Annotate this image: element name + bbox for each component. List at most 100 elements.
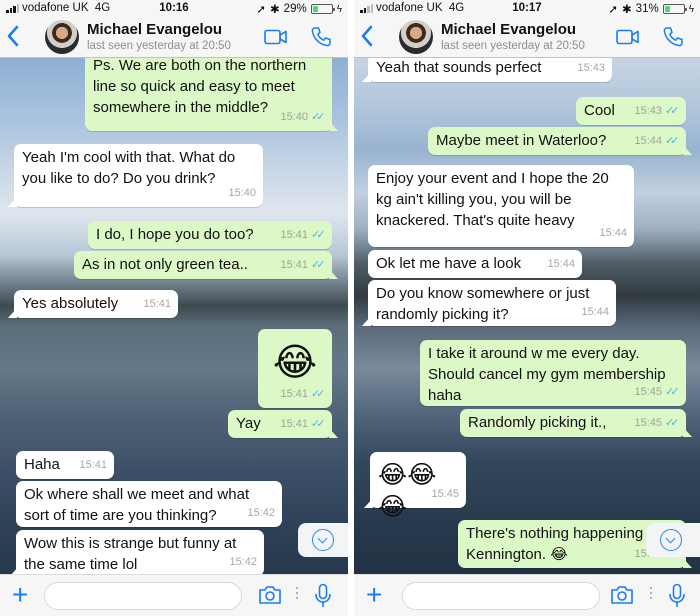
video-call-button[interactable]	[616, 29, 640, 45]
message-outgoing[interactable]: I do, I hope you do too? 15:41 ✓✓	[88, 221, 332, 249]
read-ticks-icon: ✓✓	[665, 386, 679, 398]
message-time: 15:40	[228, 187, 256, 199]
camera-icon	[611, 586, 633, 604]
phone-icon	[311, 27, 331, 47]
attach-button[interactable]: +	[12, 581, 28, 609]
voice-call-button[interactable]	[310, 26, 332, 48]
bluetooth-icon: ✱	[622, 4, 632, 16]
message-outgoing-emoji[interactable]: 😂 15:41 ✓✓	[258, 329, 332, 408]
chevron-down-icon	[312, 529, 334, 551]
camera-button[interactable]	[610, 585, 634, 605]
message-time: 15:41	[280, 259, 308, 271]
read-ticks-icon: ✓✓	[311, 111, 325, 123]
video-call-button[interactable]	[264, 29, 288, 45]
message-incoming[interactable]: Ok where shall we meet and what sort of …	[16, 481, 282, 527]
phone-icon	[663, 27, 683, 47]
chat-header: Michael Evangelou last seen yesterday at…	[0, 18, 348, 58]
status-bar: vodafone UK 4G 10:17 ➚ ✱ 31% ϟ	[354, 0, 700, 18]
read-ticks-icon: ✓✓	[311, 418, 325, 430]
scroll-to-bottom-button[interactable]	[298, 523, 348, 557]
message-incoming[interactable]: Yes absolutely 15:41	[8, 290, 178, 318]
camera-button[interactable]	[258, 585, 282, 605]
message-outgoing[interactable]: Randomly picking it., 15:45 ✓✓	[460, 409, 692, 437]
contact-name[interactable]: Michael Evangelou	[87, 21, 222, 38]
message-incoming[interactable]: Yeah I'm cool with that. What do you lik…	[8, 144, 263, 207]
message-incoming[interactable]: Ok let me have a look 15:44	[368, 250, 582, 278]
message-time: 15:41	[280, 418, 308, 430]
message-time: 15:43	[634, 105, 662, 117]
message-time: 15:41	[280, 229, 308, 241]
message-outgoing[interactable]: Maybe meet in Waterloo? 15:44 ✓✓	[428, 127, 692, 155]
message-time: 15:44	[599, 227, 627, 239]
back-button[interactable]	[6, 24, 24, 52]
camera-icon	[259, 586, 281, 604]
plus-icon: +	[366, 579, 383, 610]
message-time: 15:42	[247, 507, 275, 519]
chat-screen-left: vodafone UK 4G 10:16 ➚ ✱ 29% ϟ Michael E…	[0, 0, 348, 616]
message-time: 15:40	[280, 111, 308, 123]
battery-percent: 29%	[283, 3, 307, 15]
attach-button[interactable]: +	[366, 579, 383, 610]
avatar[interactable]	[45, 20, 79, 54]
voice-call-button[interactable]	[662, 26, 684, 48]
message-outgoing[interactable]: Yay 15:41 ✓✓	[228, 410, 338, 438]
message-time: 15:44	[581, 306, 609, 318]
message-time: 15:43	[577, 62, 605, 74]
message-outgoing[interactable]: I take it around w me every day. Should …	[420, 340, 686, 406]
voice-message-button[interactable]	[314, 583, 332, 609]
message-input-bar: +	[354, 574, 700, 616]
location-icon: ➚	[608, 4, 619, 16]
contact-name[interactable]: Michael Evangelou	[441, 21, 576, 38]
video-camera-icon	[616, 29, 639, 45]
avatar[interactable]	[399, 20, 433, 54]
chat-screen-right: vodafone UK 4G 10:17 ➚ ✱ 31% ϟ Michael E…	[354, 0, 700, 616]
message-outgoing[interactable]: Ps. We are both on the northern line so …	[85, 58, 338, 131]
scroll-to-bottom-button[interactable]	[646, 523, 700, 557]
message-input[interactable]	[402, 582, 600, 610]
message-time: 15:45	[634, 417, 662, 429]
read-ticks-icon: ✓✓	[311, 229, 325, 241]
battery-icon	[662, 4, 687, 14]
read-ticks-icon: ✓✓	[311, 259, 325, 271]
message-incoming[interactable]: Wow this is strange but funny at the sam…	[10, 530, 264, 574]
voice-message-button[interactable]	[668, 583, 686, 609]
location-icon: ➚	[256, 4, 267, 16]
message-outgoing[interactable]: As in not only green tea.. 15:41 ✓✓	[74, 251, 338, 279]
message-time: 15:41	[280, 388, 308, 400]
video-camera-icon	[264, 29, 287, 45]
message-time: 15:41	[143, 298, 171, 310]
message-incoming[interactable]: Yeah that sounds perfect 15:43	[362, 58, 612, 82]
message-time: 15:44	[634, 135, 662, 147]
message-input-bar: +	[0, 574, 348, 616]
read-ticks-icon: ✓✓	[665, 417, 679, 429]
microphone-icon	[669, 583, 685, 607]
message-incoming[interactable]: Do you know somewhere or just randomly p…	[362, 280, 616, 326]
last-seen-status: last seen yesterday at 20:50	[87, 40, 231, 52]
battery-icon	[310, 4, 335, 14]
message-incoming-emoji[interactable]: 😂😂😂 15:45	[364, 452, 466, 521]
read-ticks-icon: ✓✓	[311, 388, 325, 400]
charging-icon: ϟ	[688, 3, 694, 15]
back-button[interactable]	[360, 24, 378, 52]
message-incoming[interactable]: Haha 15:41	[16, 451, 114, 479]
charging-icon: ϟ	[336, 3, 342, 15]
message-list[interactable]: Ps. We are both on the northern line so …	[0, 58, 348, 574]
divider-dots	[650, 587, 653, 603]
message-time: 15:42	[229, 556, 257, 568]
microphone-icon	[315, 583, 331, 607]
message-input[interactable]	[44, 582, 242, 610]
message-time: 15:41	[79, 459, 107, 471]
chat-header: Michael Evangelou last seen yesterday at…	[354, 18, 700, 58]
divider-dots	[296, 587, 299, 603]
message-outgoing[interactable]: Cool 15:43 ✓✓	[576, 97, 686, 125]
message-list[interactable]: Yeah that sounds perfect 15:43 Cool 15:4…	[354, 58, 700, 574]
battery-percent: 31%	[635, 3, 659, 15]
message-time: 15:45	[431, 488, 459, 500]
chevron-left-icon	[7, 25, 19, 47]
message-incoming[interactable]: Enjoy your event and I hope the 20 kg ai…	[368, 165, 634, 247]
chevron-left-icon	[361, 25, 373, 47]
read-ticks-icon: ✓✓	[665, 135, 679, 147]
read-ticks-icon: ✓✓	[665, 105, 679, 117]
status-bar: vodafone UK 4G 10:16 ➚ ✱ 29% ϟ	[0, 0, 348, 18]
message-time: 15:45	[634, 386, 662, 398]
